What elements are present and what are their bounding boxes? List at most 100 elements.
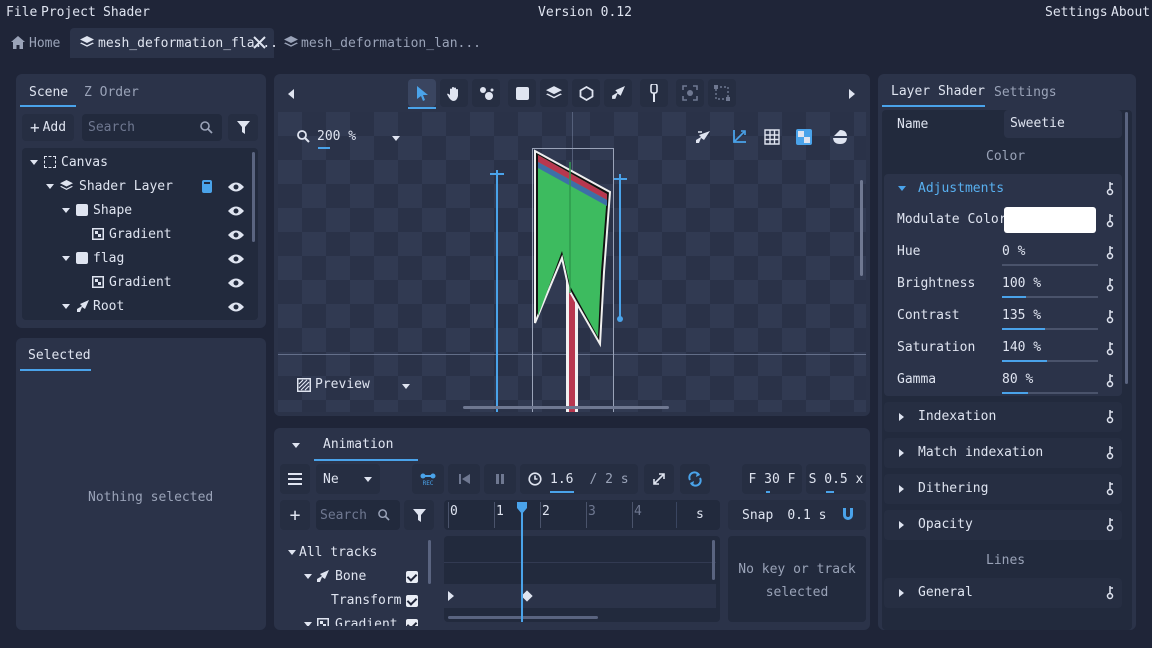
adjustment-value[interactable]: 80 % <box>1002 372 1033 387</box>
adjustment-slider[interactable] <box>1002 264 1098 266</box>
adjustments-header[interactable]: Adjustments <box>884 174 1122 204</box>
onion-skin-icon[interactable] <box>696 130 711 145</box>
key-icon[interactable] <box>1106 214 1114 228</box>
track-bone[interactable]: Bone <box>280 566 430 588</box>
tab-home[interactable]: Home <box>0 28 68 58</box>
transform-tool-button[interactable] <box>708 79 736 107</box>
eye-icon[interactable] <box>228 301 244 313</box>
snap-field[interactable]: Snap 0.1 s <box>728 500 866 530</box>
timeline-ruler[interactable]: 0 1 2 3 4 s <box>444 500 720 530</box>
key-icon[interactable] <box>1106 446 1114 460</box>
tab-z-order[interactable]: Z Order <box>84 85 139 100</box>
menu-file[interactable]: File <box>6 5 37 20</box>
arrow-right-icon[interactable] <box>849 89 855 99</box>
section-header[interactable]: Indexation <box>884 402 1122 432</box>
adjustment-value[interactable]: 100 % <box>1002 276 1041 291</box>
tree-item-canvas[interactable]: Canvas <box>22 152 250 174</box>
tree-item-gradient[interactable]: Gradient <box>22 224 250 246</box>
fit-button[interactable] <box>644 464 674 494</box>
eye-icon[interactable] <box>228 253 244 265</box>
menu-about[interactable]: About <box>1111 5 1150 20</box>
menu-project[interactable]: Project <box>41 5 96 20</box>
zoom-dropdown-icon[interactable] <box>392 136 400 141</box>
eye-icon[interactable] <box>228 181 244 193</box>
viewport-canvas[interactable]: 200 % Preview <box>278 112 866 412</box>
checker-icon[interactable] <box>796 129 812 145</box>
bone-tool-button[interactable] <box>472 79 500 107</box>
tab-mesh-deformation-lan[interactable]: mesh_deformation_lan... <box>276 28 481 58</box>
tab-selected[interactable]: Selected <box>28 348 91 363</box>
menu-shader[interactable]: Shader <box>103 5 150 20</box>
key-icon[interactable] <box>1106 246 1114 260</box>
track-all[interactable]: All tracks <box>280 542 430 564</box>
track-filter-button[interactable] <box>404 500 434 530</box>
modulate-color-swatch[interactable] <box>1004 207 1096 233</box>
tree-item-shader-layer[interactable]: Shader Layer <box>22 176 250 198</box>
tracks-scrollbar[interactable] <box>428 540 431 584</box>
pan-tool-button[interactable] <box>440 79 468 107</box>
tab-scene[interactable]: Scene <box>29 85 68 100</box>
time-field[interactable]: 1.6 / 2 s <box>520 464 638 494</box>
keyframe-area[interactable] <box>444 536 720 622</box>
scrollbar[interactable] <box>252 152 255 242</box>
eye-icon[interactable] <box>228 229 244 241</box>
key-icon[interactable] <box>1106 342 1114 356</box>
key-icon[interactable] <box>1106 518 1114 532</box>
keyframe-start[interactable] <box>448 591 454 601</box>
track-gradient[interactable]: Gradient <box>280 614 430 626</box>
close-icon[interactable] <box>253 36 266 49</box>
layer-tool-button[interactable] <box>540 79 568 107</box>
adjustment-value[interactable]: 140 % <box>1002 340 1041 355</box>
script-icon[interactable] <box>202 180 212 193</box>
section-header[interactable]: Match indexation <box>884 438 1122 468</box>
name-input[interactable]: Sweetie <box>1004 110 1122 138</box>
key-icon[interactable] <box>1106 410 1114 424</box>
track-search-input[interactable]: Search <box>316 500 400 530</box>
mode-select[interactable]: Ne <box>316 464 380 494</box>
menu-settings[interactable]: Settings <box>1045 5 1108 20</box>
section-header[interactable]: Opacity <box>884 510 1122 540</box>
section-header[interactable]: General <box>884 578 1122 608</box>
arrow-left-icon[interactable] <box>288 89 294 99</box>
h-scrollbar[interactable] <box>463 406 669 409</box>
filter-button[interactable] <box>228 114 258 141</box>
tab-animation[interactable]: Animation <box>323 437 393 452</box>
playhead[interactable] <box>517 502 527 622</box>
key-icon[interactable] <box>1106 278 1114 292</box>
track-checkbox[interactable] <box>406 595 418 607</box>
menu-button[interactable] <box>280 464 310 494</box>
tab-inspector-settings[interactable]: Settings <box>994 85 1057 100</box>
track-checkbox[interactable] <box>406 619 418 626</box>
eye-icon[interactable] <box>228 277 244 289</box>
magnet-icon[interactable] <box>842 508 854 521</box>
bone-right[interactable] <box>619 174 621 320</box>
bone-draw-tool-button[interactable] <box>604 79 632 107</box>
select-tool-button[interactable] <box>408 79 436 107</box>
tree-item-shape[interactable]: Shape <box>22 200 250 222</box>
tree-item-root[interactable]: Root <box>22 296 250 318</box>
key-icon[interactable] <box>1106 310 1114 324</box>
preview-dropdown-icon[interactable] <box>402 384 410 389</box>
loop-button[interactable] <box>680 464 710 494</box>
key-icon[interactable] <box>1106 482 1114 496</box>
collapse-icon[interactable] <box>292 443 300 448</box>
fps-field[interactable]: F 30 F <box>742 464 802 494</box>
section-header[interactable]: Dithering <box>884 474 1122 504</box>
track-checkbox[interactable] <box>406 571 418 583</box>
add-track-button[interactable]: + <box>280 500 310 530</box>
keyframe-scrollbar[interactable] <box>712 540 715 580</box>
tree-item-gradient[interactable]: Gradient <box>22 272 250 294</box>
adjustment-value[interactable]: 135 % <box>1002 308 1041 323</box>
v-scrollbar[interactable] <box>860 180 863 276</box>
focus-tool-button[interactable] <box>676 79 704 107</box>
key-icon[interactable] <box>1106 374 1114 388</box>
record-button[interactable]: REC <box>412 464 444 494</box>
inspector-scrollbar[interactable] <box>1125 112 1128 384</box>
mask-icon[interactable] <box>832 129 848 145</box>
speed-field[interactable]: S 0.5 x <box>806 464 866 494</box>
grid-icon[interactable] <box>764 129 780 145</box>
add-button[interactable]: + Add <box>22 114 74 141</box>
preview-label[interactable]: Preview <box>315 377 370 392</box>
adjustment-value[interactable]: 0 % <box>1002 244 1025 259</box>
key-icon[interactable] <box>1106 182 1114 196</box>
